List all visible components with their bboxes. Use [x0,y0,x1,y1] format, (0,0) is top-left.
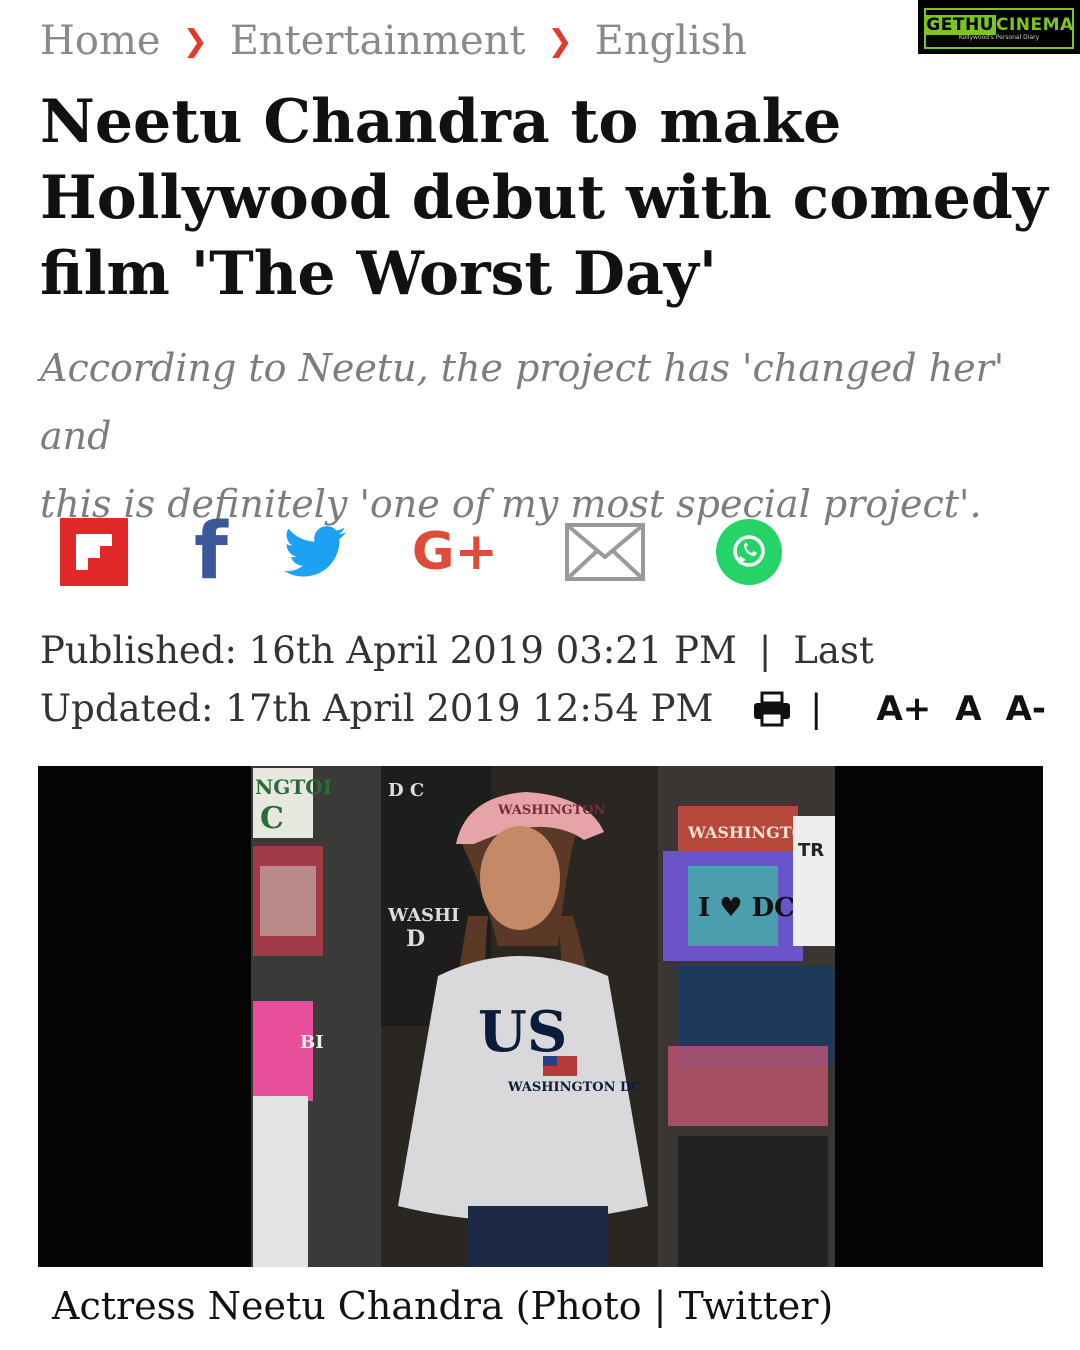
stall-text: C [260,801,284,836]
cap-text: WASHINGTON [497,803,606,818]
font-normal-button[interactable]: A [955,680,981,738]
article-meta: Published: 16th April 2019 03:21 PM | Last… [40,622,1050,738]
article-tools: | A+ A A- [752,680,1046,738]
stall-text: D C [388,780,424,801]
breadcrumb-english[interactable]: English [595,18,747,64]
print-icon[interactable] [752,691,792,727]
share-bar: f G+ [0,512,1080,592]
email-icon[interactable] [564,512,646,592]
logo-part2: CINEMA [996,14,1074,35]
headline-line: film 'The Worst Day' [40,239,718,309]
published-date: Published: 16th April 2019 03:21 PM [40,629,737,672]
breadcrumb-entertainment[interactable]: Entertainment [230,18,526,64]
stall-text: TR [798,840,824,861]
article-headline: Neetu Chandra to make Hollywood debut wi… [40,84,1050,312]
font-increase-button[interactable]: A+ [876,680,931,738]
headline-line: Hollywood debut with comedy [40,163,1048,233]
tools-divider: | [810,687,823,730]
shirt-text: US [478,999,567,1065]
logo-part1: GETHU [924,14,996,35]
divider: | [758,629,772,672]
logo-tagline: Kollywood's Personal Diary [958,33,1040,41]
article-summary: According to Neetu, the project has 'cha… [40,334,1050,538]
font-decrease-button[interactable]: A- [1006,680,1046,738]
whatsapp-icon[interactable] [716,512,782,592]
flipboard-icon[interactable] [60,512,128,592]
stall-text: D [406,926,425,952]
stall-text: NGTOI [255,775,332,799]
watermark-logo: GETHU CINEMA Kollywood's Personal Diary [918,0,1080,54]
stall-text: BI [300,1032,324,1053]
headline-line: Neetu Chandra to make [40,87,842,157]
chevron-right-icon: ❯ [182,23,208,59]
twitter-icon[interactable] [284,512,346,592]
google-plus-icon[interactable]: G+ [412,512,498,592]
stall-text: WASHI [387,905,459,926]
photo-illustration: NGTOI C BI D C WASHI D WASHINGTON I ♥ DC… [38,766,1043,1267]
article-photo: NGTOI C BI D C WASHI D WASHINGTON I ♥ DC… [38,766,1043,1267]
chevron-right-icon: ❯ [547,23,573,59]
updated-date: Updated: 17th April 2019 12:54 PM [40,687,714,730]
breadcrumb-home[interactable]: Home [40,18,161,64]
photo-caption: Actress Neetu Chandra (Photo | Twitter) [52,1284,834,1328]
facebook-icon[interactable]: f [188,512,234,592]
summary-line: According to Neetu, the project has 'cha… [40,346,1005,458]
shirt-text: WASHINGTON DC [507,1080,642,1095]
last-label: Last [793,629,874,672]
breadcrumb: Home ❯ Entertainment ❯ English [40,18,747,64]
stall-text: I ♥ DC [698,893,795,923]
